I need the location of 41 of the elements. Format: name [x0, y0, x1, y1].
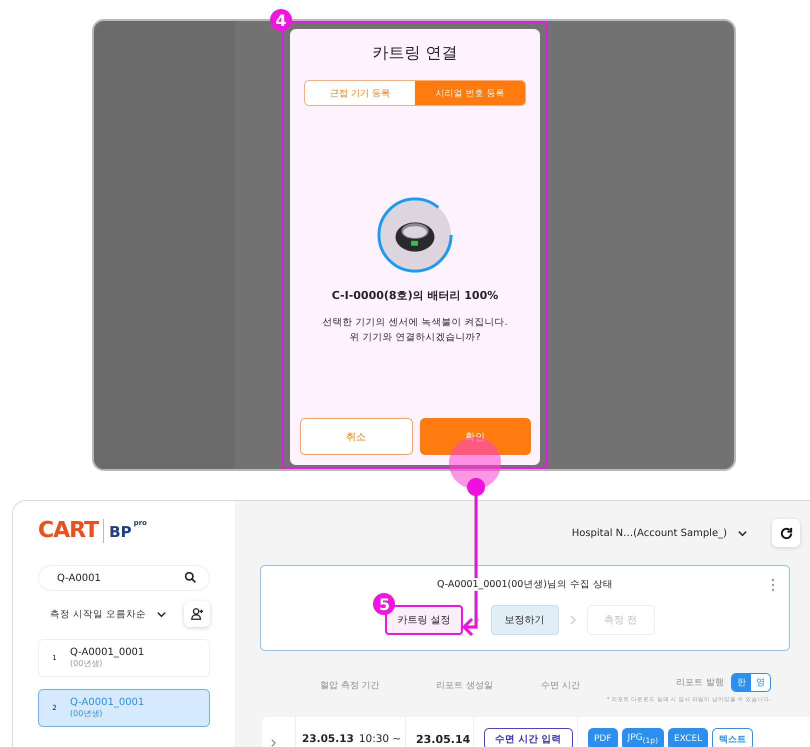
tab[interactable]: 시리얼 번호 등록 [415, 81, 525, 105]
report-date: 23.05.14 [416, 732, 470, 746]
column-header: 리포트 발행 [676, 677, 724, 689]
product-logo: BP [109, 522, 132, 543]
language-option[interactable]: 한 [732, 674, 751, 691]
search-icon[interactable] [184, 571, 197, 584]
ring-device-icon [376, 196, 454, 274]
export-button[interactable]: JPG$_{(1p)}$ [622, 728, 664, 747]
column-header: 혈압 측정 기간 [320, 680, 381, 692]
language-option[interactable]: 영 [751, 674, 770, 691]
patient-name: Q-A0001_0001 [70, 647, 144, 658]
confirm-button[interactable]: 확인 [420, 418, 530, 455]
chevron-right-icon [568, 614, 577, 626]
step-badge: 4 [270, 9, 292, 31]
column-header: 수면 시간 [541, 680, 581, 692]
confirm-message: 선택한 기기의 센서에 녹색불이 켜집니다. 위 기기와 연결하시겠습니까? [322, 316, 508, 345]
column-header: 리포트 생성일 [436, 680, 494, 692]
start-time: 10:30 ~ [358, 733, 402, 745]
birth-year: (00년생) [70, 708, 104, 719]
more-icon[interactable] [771, 578, 775, 592]
search-field[interactable]: Q-A0001 [38, 565, 210, 591]
brand-logo: CART [38, 519, 104, 543]
add-user-button[interactable] [184, 601, 210, 627]
modal-title: 카트링 연결 [372, 43, 458, 64]
refresh-icon [778, 526, 794, 540]
step-badge: 5 [373, 593, 396, 615]
add-user-icon [190, 607, 204, 621]
cancel-button[interactable]: 취소 [300, 418, 412, 455]
export-button[interactable]: PDF [588, 728, 618, 747]
sort-dropdown[interactable]: 측정 시작일 오름차순 [38, 608, 168, 620]
battery-status: C-I-0000(8호)의 배터리 100% [332, 288, 498, 303]
patient-name: Q-A0001_0001 [70, 697, 144, 708]
start-date: 23.05.13 [302, 733, 354, 745]
chevron-right-icon[interactable] [270, 738, 277, 747]
refresh-button[interactable] [772, 519, 800, 547]
export-button[interactable]: 텍스트 [712, 728, 754, 747]
sleep-time-button[interactable]: 수면 시간 입력 [484, 728, 573, 747]
account-dropdown[interactable]: Hospital N…(Account Sample_) [566, 526, 754, 540]
export-button[interactable]: EXCEL [668, 728, 708, 747]
step-button[interactable]: 보정하기 [490, 605, 559, 635]
birth-year: (00년생) [70, 658, 104, 669]
